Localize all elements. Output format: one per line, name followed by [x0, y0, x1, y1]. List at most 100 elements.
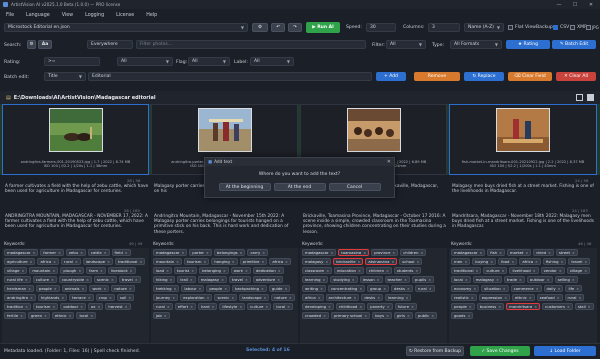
- keyword-chip[interactable]: belongings ×: [213, 249, 246, 256]
- menu-language[interactable]: Language: [26, 13, 50, 18]
- title-field[interactable]: Brickaville, Toamasina Province, Madagas…: [300, 214, 447, 235]
- remove-keyword-icon[interactable]: ×: [139, 260, 142, 264]
- keyword-chip[interactable]: traditional ×: [114, 258, 146, 265]
- remove-keyword-icon[interactable]: ×: [109, 296, 112, 300]
- keyword-chip[interactable]: travel ×: [568, 258, 591, 265]
- keyword-chip[interactable]: porter ×: [189, 249, 212, 256]
- keyword-chip[interactable]: landscape ×: [239, 294, 270, 301]
- keyword-chip[interactable]: crowded ×: [302, 312, 329, 319]
- keyword-chip[interactable]: malagasy ×: [472, 276, 502, 283]
- minimize-icon[interactable]: —: [552, 0, 566, 9]
- remove-keyword-icon[interactable]: ×: [467, 314, 470, 318]
- keyword-chip[interactable]: fertile ×: [4, 312, 27, 319]
- remove-keyword-icon[interactable]: ×: [559, 269, 562, 273]
- remove-keyword-icon[interactable]: ×: [572, 251, 575, 255]
- rating-select[interactable]: All ▼: [117, 57, 173, 66]
- keyword-chip[interactable]: province ×: [371, 249, 399, 256]
- remove-keyword-icon[interactable]: ×: [354, 296, 357, 300]
- remove-keyword-icon[interactable]: ×: [471, 296, 474, 300]
- remove-keyword-icon[interactable]: ×: [125, 305, 128, 309]
- jpg-checkbox[interactable]: [586, 25, 591, 30]
- remove-keyword-icon[interactable]: ×: [330, 251, 333, 255]
- remove-keyword-icon[interactable]: ×: [172, 296, 175, 300]
- remove-keyword-icon[interactable]: ×: [25, 305, 28, 309]
- remove-keyword-icon[interactable]: ×: [164, 314, 167, 318]
- keyword-chip[interactable]: belonging ×: [199, 267, 229, 274]
- keyword-chip[interactable]: plough ×: [60, 267, 85, 274]
- keyword-chip[interactable]: culture ×: [247, 303, 272, 310]
- keyword-chip[interactable]: group ×: [367, 285, 390, 292]
- remove-keyword-icon[interactable]: ×: [22, 269, 25, 273]
- keywords-box[interactable]: madagascar × porter × belongings × carry × mount…: [151, 248, 298, 343]
- remove-keyword-icon[interactable]: ×: [203, 260, 206, 264]
- keyword-chip[interactable]: toamasina ×: [338, 249, 370, 256]
- remove-keyword-icon[interactable]: ×: [285, 260, 288, 264]
- at-beginning-button[interactable]: At the beginning: [218, 183, 271, 191]
- keyword-chip[interactable]: students ×: [393, 267, 422, 274]
- keyword-chip[interactable]: business ×: [476, 303, 505, 310]
- keyword-chip[interactable]: culture ×: [32, 276, 57, 283]
- remove-keyword-icon[interactable]: ×: [364, 314, 367, 318]
- keyword-chip[interactable]: men ×: [451, 258, 471, 265]
- keyword-chip[interactable]: local ×: [76, 312, 97, 319]
- remove-keyword-icon[interactable]: ×: [107, 260, 110, 264]
- cancel-button[interactable]: Cancel: [328, 183, 381, 191]
- keyword-chip[interactable]: culture ×: [483, 267, 508, 274]
- restore-backup-button[interactable]: ↻ Restore from Backup: [406, 346, 464, 356]
- keyword-chip[interactable]: travel ×: [118, 276, 141, 283]
- keyword-chip[interactable]: green ×: [28, 312, 50, 319]
- remove-keyword-icon[interactable]: ×: [232, 260, 235, 264]
- remove-keyword-icon[interactable]: ×: [224, 287, 227, 291]
- keywords-box[interactable]: madagascar × fish × market × dried × street × men ×…: [449, 248, 597, 343]
- keyword-chip[interactable]: terrace ×: [69, 294, 94, 301]
- flat-view-checkbox[interactable]: [508, 25, 513, 30]
- keyword-chip[interactable]: teacher ×: [384, 276, 410, 283]
- remove-keyword-icon[interactable]: ×: [240, 251, 243, 255]
- keyword-chip[interactable]: ethnic ×: [51, 312, 75, 319]
- preset-select[interactable]: Microstock Editorial en.json ▼: [4, 23, 248, 32]
- keyword-chip[interactable]: trail ×: [177, 276, 196, 283]
- remove-keyword-icon[interactable]: ×: [404, 278, 407, 282]
- select-all-icon[interactable]: [576, 94, 583, 101]
- keyword-chip[interactable]: backpacking ×: [232, 285, 267, 292]
- remove-keyword-icon[interactable]: ×: [503, 287, 506, 291]
- remove-keyword-icon[interactable]: ×: [181, 251, 184, 255]
- remove-keyword-icon[interactable]: ×: [278, 269, 281, 273]
- remove-keyword-icon[interactable]: ×: [129, 287, 132, 291]
- keyword-chip[interactable]: trekking ×: [153, 285, 180, 292]
- remove-keyword-icon[interactable]: ×: [25, 278, 28, 282]
- remove-keyword-icon[interactable]: ×: [415, 269, 418, 273]
- keyword-chip[interactable]: vendor ×: [540, 267, 565, 274]
- menu-license[interactable]: License: [116, 13, 134, 18]
- remove-keyword-icon[interactable]: ×: [536, 287, 539, 291]
- remove-keyword-icon[interactable]: ×: [567, 305, 570, 309]
- keyword-chip[interactable]: countryside ×: [58, 276, 93, 283]
- remove-keyword-icon[interactable]: ×: [20, 314, 23, 318]
- remove-keyword-icon[interactable]: ×: [533, 269, 536, 273]
- keyword-chip[interactable]: local ×: [451, 276, 471, 283]
- remove-keyword-icon[interactable]: ×: [584, 260, 587, 264]
- keyword-chip[interactable]: fishing ×: [542, 258, 567, 265]
- keyword-chip[interactable]: livelihood ×: [509, 267, 539, 274]
- keyword-chip[interactable]: africa ×: [519, 258, 541, 265]
- keyword-chip[interactable]: people ×: [35, 285, 60, 292]
- remove-keyword-icon[interactable]: ×: [576, 287, 579, 291]
- remove-keyword-icon[interactable]: ×: [190, 278, 193, 282]
- remove-keyword-icon[interactable]: ×: [239, 305, 242, 309]
- clear-field-button[interactable]: ⌫ Clear Field: [508, 72, 552, 81]
- remove-keyword-icon[interactable]: ×: [58, 251, 61, 255]
- remove-keyword-icon[interactable]: ×: [212, 305, 215, 309]
- keyword-chip[interactable]: goods ×: [451, 312, 474, 319]
- remove-keyword-icon[interactable]: ×: [231, 296, 234, 300]
- keyword-chip[interactable]: work ×: [89, 285, 110, 292]
- remove-keyword-icon[interactable]: ×: [392, 251, 395, 255]
- speed-input[interactable]: 30: [366, 23, 396, 32]
- remove-keyword-icon[interactable]: ×: [167, 305, 170, 309]
- keyword-chip[interactable]: boys ×: [372, 312, 392, 319]
- remove-keyword-icon[interactable]: ×: [80, 305, 83, 309]
- keyword-chip[interactable]: daily ×: [543, 285, 564, 292]
- add-button[interactable]: + Add: [376, 72, 406, 81]
- menu-help[interactable]: Help: [146, 13, 157, 18]
- keyword-chip[interactable]: seafood ×: [536, 294, 563, 301]
- keyword-chip[interactable]: rural ×: [414, 285, 435, 292]
